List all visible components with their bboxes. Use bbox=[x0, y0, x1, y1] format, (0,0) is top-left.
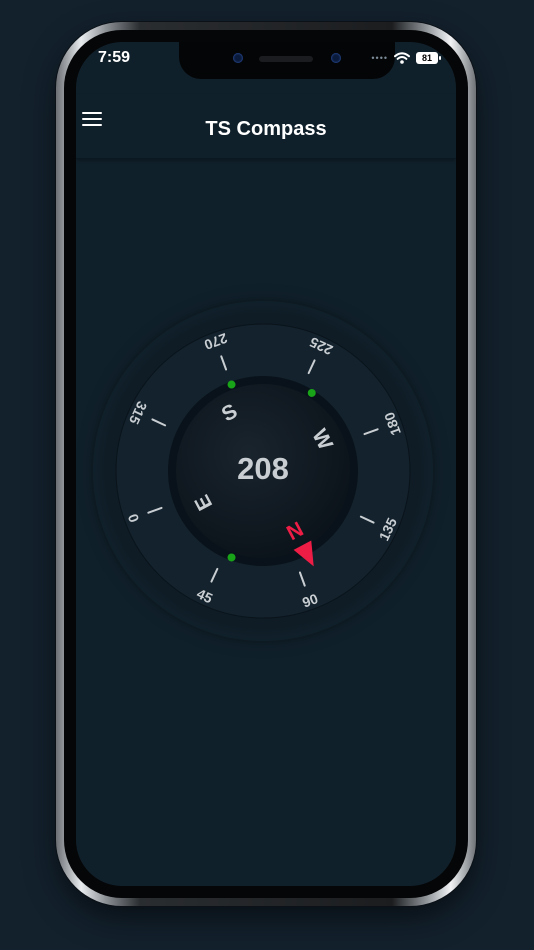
direction-marker-2 bbox=[227, 380, 236, 389]
signal-icon: •••• bbox=[371, 53, 388, 63]
status-indicators: •••• 81 bbox=[371, 52, 441, 64]
page-title: TS Compass bbox=[205, 118, 327, 140]
front-camera-icon bbox=[233, 53, 243, 63]
app-header: TS Compass bbox=[76, 94, 456, 159]
face-id-sensor-icon bbox=[331, 53, 341, 63]
battery-indicator: 81 bbox=[416, 52, 441, 64]
status-time: 7:59 bbox=[98, 49, 131, 66]
direction-marker-1 bbox=[307, 388, 316, 397]
wifi-icon bbox=[394, 52, 410, 64]
compass: 045 90135180225270315 NESW 208 bbox=[91, 299, 435, 643]
notch bbox=[179, 42, 395, 79]
phone-frame: 7:59 •••• 81 TS Compass 0 45 90 135 180 … bbox=[56, 22, 476, 906]
direction-marker-3 bbox=[227, 553, 236, 562]
compass-container: 0 45 90 135 180 225 270 315 NESW 208 bbox=[91, 299, 435, 643]
screen: 7:59 •••• 81 TS Compass 0 45 90 135 180 … bbox=[76, 42, 456, 886]
heading-readout: 208 bbox=[237, 451, 289, 486]
earpiece-speaker bbox=[259, 56, 313, 62]
